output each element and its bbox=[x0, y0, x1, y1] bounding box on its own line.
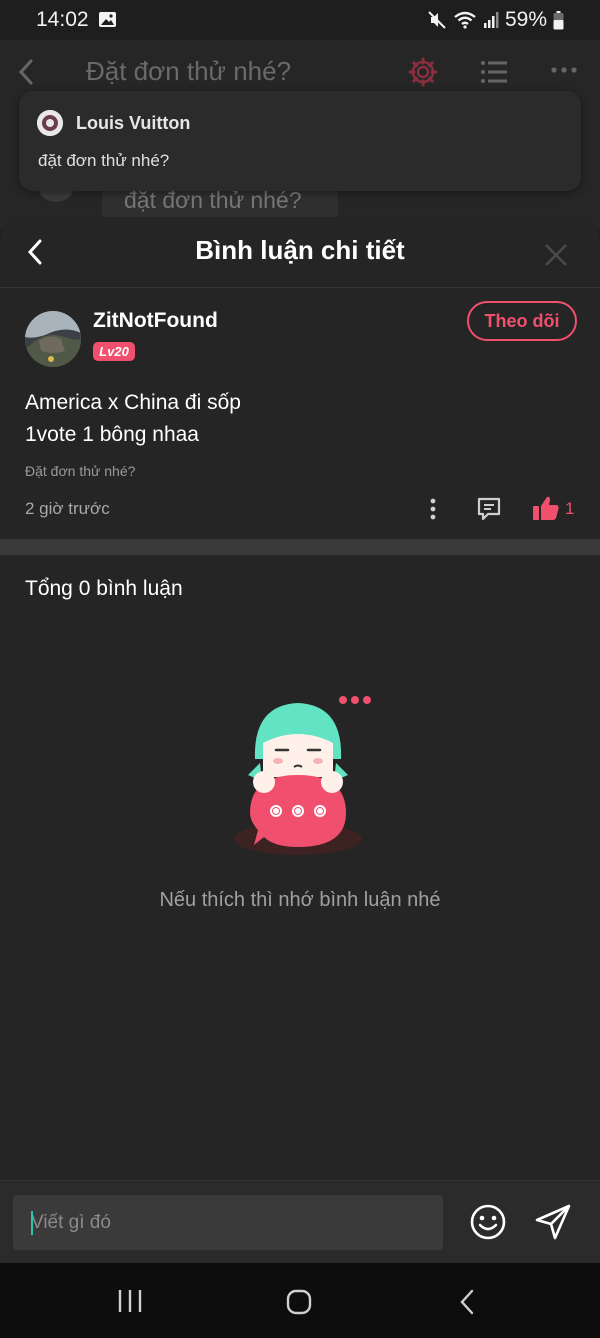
status-time: 14:02 bbox=[36, 8, 89, 31]
notification-message: đặt đơn thử nhé? bbox=[38, 151, 170, 170]
status-bar: 14:02 59% bbox=[0, 0, 600, 40]
empty-comments-illustration bbox=[234, 696, 371, 855]
send-icon[interactable] bbox=[534, 1203, 572, 1241]
wifi-icon bbox=[454, 11, 476, 29]
home-icon[interactable] bbox=[286, 1289, 312, 1315]
close-icon[interactable] bbox=[544, 243, 568, 267]
like-icon[interactable] bbox=[532, 495, 560, 522]
total-comments: Tổng 0 bình luận bbox=[25, 577, 183, 600]
notification-banner[interactable]: Louis Vuitton đặt đơn thử nhé? bbox=[19, 91, 581, 191]
post-content-line-2: 1vote 1 bông nhaa bbox=[25, 423, 199, 446]
battery-percent: 59% bbox=[504, 8, 547, 31]
list-icon[interactable] bbox=[480, 59, 508, 85]
header-divider bbox=[0, 287, 600, 288]
text-cursor bbox=[31, 1211, 33, 1235]
back-icon[interactable] bbox=[458, 1288, 476, 1316]
follow-button[interactable]: Theo dõi bbox=[467, 301, 577, 341]
settings-icon[interactable] bbox=[408, 57, 438, 87]
emoji-icon[interactable] bbox=[469, 1203, 507, 1241]
sheet-title: Bình luận chi tiết bbox=[195, 235, 405, 265]
comment-input[interactable] bbox=[13, 1195, 443, 1250]
post-username[interactable]: ZitNotFound bbox=[93, 309, 218, 333]
empty-state-message: Nếu thích thì nhớ bình luận nhé bbox=[159, 889, 441, 911]
section-divider bbox=[0, 539, 600, 555]
level-badge: Lv20 bbox=[93, 342, 135, 361]
comment-detail-sheet: Bình luận chi tiết ZitNotFound Lv20 Theo… bbox=[0, 217, 600, 1267]
mute-icon bbox=[428, 11, 446, 29]
post-reference[interactable]: Đặt đơn thử nhé? bbox=[25, 463, 135, 479]
recent-apps-icon[interactable] bbox=[117, 1289, 143, 1313]
notification-sender: Louis Vuitton bbox=[76, 113, 191, 133]
gallery-icon bbox=[99, 12, 116, 27]
user-avatar[interactable] bbox=[25, 311, 81, 367]
reply-icon[interactable] bbox=[476, 496, 502, 522]
post-content: America x China đi sốp 1vote 1 bông nhaa bbox=[25, 387, 241, 451]
post-content-line-1: America x China đi sốp bbox=[25, 391, 241, 414]
back-icon[interactable] bbox=[16, 58, 36, 86]
signal-icon bbox=[483, 12, 499, 28]
more-options-icon[interactable] bbox=[550, 66, 578, 74]
like-count: 1 bbox=[565, 499, 575, 518]
background-page-title: Đặt đơn thử nhé? bbox=[86, 56, 292, 86]
comment-input-bar bbox=[0, 1180, 600, 1264]
battery-icon bbox=[553, 10, 564, 29]
system-navigation-bar bbox=[0, 1263, 600, 1338]
post-time: 2 giờ trước bbox=[25, 499, 110, 518]
more-options-icon[interactable] bbox=[429, 497, 437, 521]
notification-avatar bbox=[37, 110, 63, 136]
